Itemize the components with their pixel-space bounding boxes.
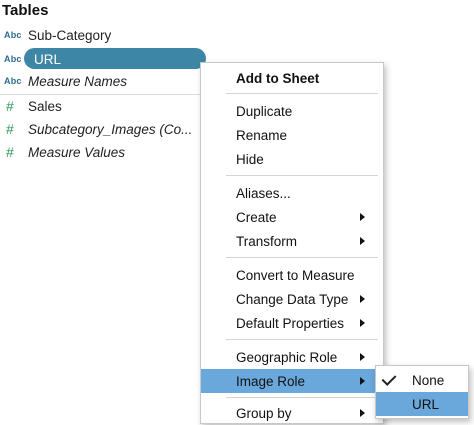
field-name: URL — [34, 51, 62, 67]
field-measure-names[interactable]: Abc Measure Names — [0, 70, 208, 92]
menu-item-label: Transform — [236, 233, 298, 249]
field-measure-values[interactable]: # Measure Values — [0, 141, 208, 163]
field-name: Sub-Category — [28, 27, 112, 43]
menu-item-hide[interactable]: Hide — [201, 147, 383, 171]
menu-item-geographic-role[interactable]: Geographic Role — [201, 345, 383, 369]
menu-item-label: Add to Sheet — [236, 70, 320, 86]
menu-item-add-to-sheet[interactable]: Add to Sheet — [201, 66, 383, 90]
menu-item-image-role[interactable]: Image Role — [201, 369, 383, 393]
menu-divider — [226, 175, 378, 176]
submenu-arrow-icon — [360, 377, 365, 385]
submenu-arrow-icon — [360, 409, 365, 417]
menu-divider — [226, 257, 378, 258]
menu-item-label: Create — [236, 209, 277, 225]
menu-item-duplicate[interactable]: Duplicate — [201, 99, 383, 123]
menu-item-label: Duplicate — [236, 103, 293, 119]
field-name: Measure Values — [28, 144, 126, 160]
field-context-menu: Add to Sheet Duplicate Rename Hide Alias… — [200, 62, 384, 424]
menu-item-group-by[interactable]: Group by — [201, 401, 383, 425]
submenu-arrow-icon — [360, 213, 365, 221]
number-type-icon: # — [6, 121, 14, 137]
submenu-item-url[interactable]: URL — [376, 392, 468, 416]
field-name: Sales — [28, 98, 62, 114]
menu-item-label: Rename — [236, 127, 288, 143]
submenu-arrow-icon — [360, 319, 365, 327]
menu-divider — [226, 93, 378, 94]
menu-item-label: Image Role — [236, 373, 306, 389]
menu-divider — [226, 397, 378, 398]
field-sub-category[interactable]: Abc Sub-Category — [0, 24, 208, 46]
submenu-arrow-icon — [360, 295, 365, 303]
submenu-arrow-icon — [360, 237, 365, 245]
image-role-submenu: None URL — [375, 365, 469, 419]
menu-divider — [226, 339, 378, 340]
menu-item-label: Geographic Role — [236, 349, 338, 365]
string-type-icon: Abc — [4, 76, 22, 86]
menu-item-label: Default Properties — [236, 315, 345, 331]
menu-item-change-data-type[interactable]: Change Data Type — [201, 287, 383, 311]
field-subcategory-images[interactable]: # Subcategory_Images (Co... — [0, 118, 208, 140]
menu-item-label: Aliases... — [236, 185, 291, 201]
tables-heading: Tables — [2, 2, 49, 19]
menu-item-label: Change Data Type — [236, 291, 349, 307]
submenu-arrow-icon — [360, 353, 365, 361]
menu-item-default-properties[interactable]: Default Properties — [201, 311, 383, 335]
string-type-icon: Abc — [4, 30, 22, 40]
menu-item-aliases[interactable]: Aliases... — [201, 181, 383, 205]
menu-item-label: Convert to Measure — [236, 267, 355, 283]
string-type-icon: Abc — [4, 54, 22, 64]
menu-item-label: Hide — [236, 151, 264, 167]
field-sales[interactable]: # Sales — [0, 95, 208, 117]
submenu-item-none[interactable]: None — [376, 368, 468, 392]
field-name: Subcategory_Images (Co... — [28, 121, 193, 137]
field-url[interactable]: Abc URL — [0, 48, 208, 70]
menu-item-label: Group by — [236, 405, 292, 421]
menu-item-create[interactable]: Create — [201, 205, 383, 229]
menu-item-convert-to-measure[interactable]: Convert to Measure — [201, 263, 383, 287]
menu-item-transform[interactable]: Transform — [201, 229, 383, 253]
number-type-icon: # — [6, 144, 14, 160]
menu-item-rename[interactable]: Rename — [201, 123, 383, 147]
field-name: Measure Names — [28, 73, 128, 89]
submenu-item-label: URL — [412, 396, 440, 412]
number-type-icon: # — [6, 98, 14, 114]
